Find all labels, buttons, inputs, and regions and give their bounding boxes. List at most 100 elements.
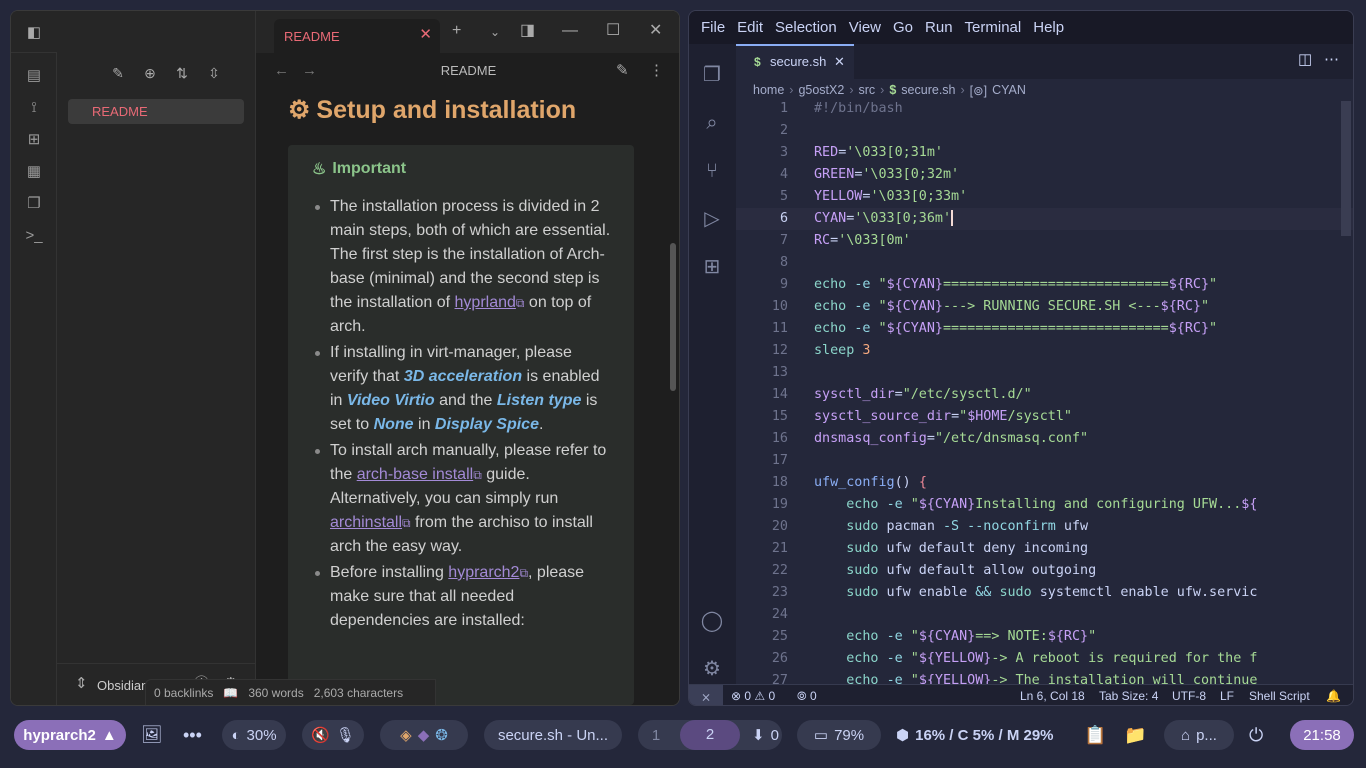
code-line[interactable]: 2 [736,120,1353,142]
code-line[interactable]: 12 sleep 3 [736,340,1353,362]
wallpaper-icon[interactable]: 🖼 [141,720,163,750]
templates-icon[interactable]: ❐ [24,193,44,213]
distro-launcher[interactable]: hyprarch2 ▲ [14,720,126,750]
code-line[interactable]: 6 CYAN='\033[0;36m' [736,208,1353,230]
end-of-line[interactable]: LF [1220,689,1234,703]
account-icon[interactable]: ◯ [699,608,725,634]
minimize-icon[interactable]: — [562,23,578,39]
tab-list-chevron-icon[interactable]: ⌄ [490,26,500,38]
run-debug-icon[interactable]: ▷ [699,206,725,232]
code-line[interactable]: 25 echo -e "${CYAN}==> NOTE:${RC}" [736,626,1353,648]
cursor-position[interactable]: Ln 6, Col 18 [1020,689,1085,703]
manage-gear-icon[interactable]: ⚙ [699,656,725,682]
book-icon[interactable]: 📖 [223,686,238,700]
menu-edit[interactable]: Edit [731,19,769,36]
edit-mode-icon[interactable]: ✎ [616,63,629,78]
code-line[interactable]: 14 sysctl_dir="/etc/sysctl.d/" [736,384,1353,406]
breadcrumb-item[interactable]: CYAN [992,83,1026,97]
code-editor[interactable]: 1 #!/bin/bash 2 3 RED='\033[0;31m' 4 GREEN='\0… [736,99,1353,684]
sort-icon[interactable]: ⇅ [172,63,192,83]
menu-run[interactable]: Run [919,19,959,36]
extensions-icon[interactable]: ⊞ [699,254,725,280]
resources-module[interactable]: ⬢ 16% / C 5% / M 29% [896,720,1054,750]
code-line[interactable]: 13 [736,362,1353,384]
close-window-icon[interactable]: ✕ [649,23,662,39]
maximize-icon[interactable]: ☐ [606,23,620,39]
brightness-module[interactable]: ◐ 30% [222,720,286,750]
code-line[interactable]: 27 echo -e "${YELLOW}-> The installation… [736,670,1353,684]
menu-go[interactable]: Go [887,19,919,36]
workspace-2[interactable]: 2 [680,720,740,750]
user-module[interactable]: ⌂ p... [1164,720,1234,750]
clipboard-icon[interactable]: 📋 [1084,720,1106,750]
code-line[interactable]: 24 [736,604,1353,626]
remote-icon[interactable]: ⨯ [689,685,723,705]
archinstall-link[interactable]: archinstall [330,514,402,531]
graph-view-icon[interactable]: ⟟ [24,97,44,117]
search-icon[interactable]: ⌕ [699,110,725,136]
clock-module[interactable]: 21:58 [1290,720,1354,750]
source-control-icon[interactable]: ⑂ [699,158,725,184]
code-line[interactable]: 17 [736,450,1353,472]
breadcrumb-item[interactable]: src [859,83,876,97]
hyprland-link[interactable]: hyprland [455,294,516,311]
menu-file[interactable]: File [695,19,731,36]
explorer-icon[interactable]: ❐ [699,62,725,88]
code-line[interactable]: 11 echo -e "${CYAN}======================… [736,318,1353,340]
code-line[interactable]: 23 sudo ufw enable && sudo systemctl ena… [736,582,1353,604]
code-line[interactable]: 8 [736,252,1353,274]
problems-indicator[interactable]: ⊗ 0 ⚠ 0 [731,689,775,703]
menu-selection[interactable]: Selection [769,19,843,36]
workspace-1[interactable]: 1 [638,727,674,744]
open-quick-switcher-icon[interactable]: ▤ [24,65,44,85]
code-line[interactable]: 18 ufw_config() { [736,472,1353,494]
hyprarch2-link[interactable]: hyprarch2 [448,564,519,581]
close-tab-icon[interactable]: ✕ [834,54,845,70]
code-line[interactable]: 20 sudo pacman -S --noconfirm ufw [736,516,1353,538]
menu-help[interactable]: Help [1027,19,1070,36]
daily-note-icon[interactable]: ▦ [24,161,44,181]
app-tray-icon-1[interactable]: ◈ [400,726,412,744]
code-line[interactable]: 3 RED='\033[0;31m' [736,142,1353,164]
code-line[interactable]: 1 #!/bin/bash [736,99,1353,120]
code-line[interactable]: 5 YELLOW='\033[0;33m' [736,186,1353,208]
power-icon[interactable]: ⏻ [1249,720,1263,750]
code-line[interactable]: 16 dnsmasq_config="/etc/dnsmasq.conf" [736,428,1353,450]
audio-module[interactable]: 🔇 🎙 [302,720,364,750]
encoding[interactable]: UTF-8 [1172,689,1206,703]
code-line[interactable]: 22 sudo ufw default allow outgoing [736,560,1353,582]
language-mode[interactable]: Shell Script [1249,689,1310,703]
menu-view[interactable]: View [843,19,887,36]
editor-scrollbar[interactable] [1341,101,1351,236]
arch-base-install-link[interactable]: arch-base install [357,466,474,483]
tab-readme[interactable]: README ✕ [274,19,440,53]
code-line[interactable]: 10 echo -e "${CYAN}---> RUNNING SECURE.SH… [736,296,1353,318]
more-icon[interactable]: ••• [183,720,202,750]
folder-icon[interactable]: 📁 [1124,720,1146,750]
note-scrollbar[interactable] [670,243,676,391]
code-line[interactable]: 19 echo -e "${CYAN}Installing and config… [736,494,1353,516]
breadcrumb-item[interactable]: g5ostX2 [798,83,844,97]
toggle-right-sidebar-icon[interactable]: ◨ [520,23,535,39]
code-line[interactable]: 15 sysctl_source_dir="$HOME/sysctl" [736,406,1353,428]
command-palette-icon[interactable]: >_ [24,225,44,245]
tab-secure-sh[interactable]: $ secure.sh ✕ [736,44,854,79]
backlinks-count[interactable]: 0 backlinks [154,686,213,700]
new-note-icon[interactable]: ✎ [108,63,128,83]
updates-count[interactable]: 0 [771,727,779,744]
code-line[interactable]: 4 GREEN='\033[0;32m' [736,164,1353,186]
menu-terminal[interactable]: Terminal [959,19,1028,36]
more-options-icon[interactable]: ⋮ [649,63,664,78]
new-folder-icon[interactable]: ⊕ [140,63,160,83]
breadcrumb-item[interactable]: secure.sh [901,83,955,97]
code-line[interactable]: 7 RC='\033[0m' [736,230,1353,252]
code-line[interactable]: 9 echo -e "${CYAN}=======================… [736,274,1353,296]
canvas-icon[interactable]: ⊞ [24,129,44,149]
notifications-bell-icon[interactable]: 🔔 [1326,689,1341,703]
battery-module[interactable]: ▭ 79% [797,720,881,750]
close-tab-icon[interactable]: ✕ [419,27,432,42]
app-tray-icon-2[interactable]: ◆ [418,726,430,744]
collapse-all-icon[interactable]: ⇳ [204,63,224,83]
new-tab-icon[interactable]: + [452,23,461,39]
breadcrumb-item[interactable]: home [753,83,784,97]
